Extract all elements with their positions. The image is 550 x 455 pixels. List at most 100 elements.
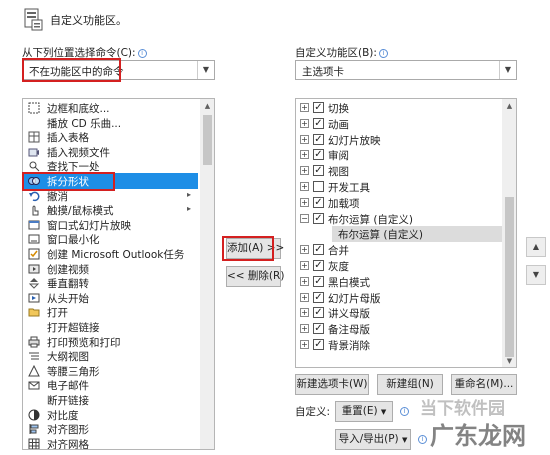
- new-group-button[interactable]: 新建组(N): [377, 374, 443, 395]
- ribbon-tab-item[interactable]: + ✓ 幻灯片放映: [296, 132, 502, 148]
- command-list-item[interactable]: 大纲视图: [23, 348, 198, 364]
- chevron-down-icon[interactable]: ▼: [499, 61, 516, 79]
- tab-checkbox[interactable]: [313, 181, 324, 192]
- chevron-down-icon[interactable]: ▼: [197, 61, 214, 79]
- remove-button[interactable]: << 删除(R): [226, 266, 284, 287]
- scroll-up-icon[interactable]: ▲: [502, 100, 516, 112]
- ribbon-tabs-dropdown[interactable]: 主选项卡 ▼: [295, 60, 517, 80]
- command-list-item[interactable]: 等腰三角形: [23, 363, 198, 379]
- command-list-item[interactable]: 创建 Microsoft Outlook任务: [23, 246, 198, 262]
- reset-button[interactable]: 重置(E) ▼: [335, 401, 393, 422]
- scroll-thumb[interactable]: [203, 115, 212, 165]
- ribbon-tab-item[interactable]: + ✓ 审阅: [296, 147, 502, 163]
- border-icon: [28, 102, 40, 114]
- expand-icon[interactable]: +: [300, 182, 309, 191]
- ribbon-tab-item[interactable]: + ✓ 备注母版: [296, 321, 502, 337]
- command-list-item[interactable]: 对齐网格: [23, 436, 198, 449]
- command-list-item[interactable]: 插入表格: [23, 129, 198, 145]
- ribbon-item-label: 加载项: [328, 197, 360, 210]
- collapse-icon[interactable]: −: [300, 213, 309, 223]
- expand-icon[interactable]: +: [300, 166, 309, 176]
- tab-checkbox[interactable]: ✓: [313, 307, 324, 319]
- ribbon-tab-item[interactable]: + ✓ 灰度: [296, 258, 502, 274]
- ribbon-tab-item[interactable]: + ✓ 黑白模式: [296, 274, 502, 290]
- expand-icon[interactable]: +: [300, 150, 309, 160]
- reset-label: 重置(E): [341, 405, 378, 417]
- ribbon-tree-scrollbar[interactable]: ▲ ▼: [502, 99, 516, 367]
- ribbon-tab-item[interactable]: + ✓ 合并: [296, 242, 502, 258]
- ribbon-tab-item[interactable]: + 开发工具: [296, 179, 502, 195]
- tab-checkbox[interactable]: ✓: [313, 323, 324, 335]
- ribbon-tab-item[interactable]: + ✓ 视图: [296, 163, 502, 179]
- tab-checkbox[interactable]: ✓: [313, 149, 324, 161]
- commands-scrollbar[interactable]: ▲: [200, 99, 214, 449]
- triangle-down-icon: ▼: [532, 270, 540, 279]
- tab-checkbox[interactable]: ✓: [313, 212, 324, 224]
- ribbon-tab-item[interactable]: + ✓ 切换: [296, 100, 502, 116]
- command-list-item[interactable]: 电子邮件: [23, 377, 198, 393]
- ribbon-tab-item[interactable]: + ✓ 讲义母版: [296, 305, 502, 321]
- command-list-item[interactable]: 播放 CD 乐曲...: [23, 115, 198, 131]
- ribbon-group-item[interactable]: 布尔运算 (自定义): [332, 226, 502, 243]
- tab-checkbox[interactable]: ✓: [313, 244, 324, 256]
- commands-list[interactable]: 边框和底纹... 播放 CD 乐曲... 插入表格 插入视频文件 查找下一处 拆分形状 撤消…: [22, 98, 215, 450]
- command-list-item[interactable]: 打开超链接: [23, 319, 198, 335]
- triangle-icon: [28, 364, 40, 377]
- scroll-thumb[interactable]: [505, 197, 514, 357]
- expand-icon[interactable]: +: [300, 324, 309, 334]
- import-export-button[interactable]: 导入/导出(P) ▼: [335, 429, 411, 450]
- move-down-button[interactable]: ▼: [526, 265, 546, 285]
- tab-checkbox[interactable]: ✓: [313, 133, 324, 145]
- new-tab-button[interactable]: 新建选项卡(W): [295, 374, 369, 395]
- customize-ribbon-label: 自定义功能区(B): i: [295, 45, 388, 60]
- expand-icon[interactable]: +: [300, 103, 309, 112]
- expand-icon[interactable]: +: [300, 308, 309, 318]
- tab-checkbox[interactable]: ✓: [313, 339, 324, 350]
- contrast-icon: [28, 409, 40, 421]
- ribbon-item-label: 布尔运算 (自定义): [328, 213, 414, 226]
- command-list-item[interactable]: 创建视频: [23, 261, 198, 277]
- tab-checkbox[interactable]: ✓: [313, 117, 324, 129]
- command-list-item[interactable]: 窗口式幻灯片放映: [23, 217, 198, 233]
- expand-icon[interactable]: +: [300, 261, 309, 270]
- command-list-item[interactable]: 断开链接: [23, 392, 198, 408]
- rename-button[interactable]: 重命名(M)...: [451, 374, 517, 395]
- ribbon-tab-item[interactable]: + ✓ 背景消除: [296, 337, 502, 353]
- command-list-item[interactable]: 对比度: [23, 407, 198, 423]
- command-list-item[interactable]: 对齐图形: [23, 421, 198, 437]
- tab-checkbox[interactable]: ✓: [313, 275, 324, 287]
- expand-icon[interactable]: +: [300, 292, 309, 302]
- expand-icon[interactable]: +: [300, 197, 309, 207]
- move-up-button[interactable]: ▲: [526, 237, 546, 257]
- command-list-item[interactable]: 触摸/鼠标模式 ▸: [23, 202, 198, 218]
- ribbon-tab-item[interactable]: + ✓ 幻灯片母版: [296, 290, 502, 306]
- scroll-down-icon[interactable]: ▼: [502, 355, 516, 367]
- ribbon-tab-item[interactable]: − ✓ 布尔运算 (自定义): [296, 211, 502, 227]
- ribbon-tab-item[interactable]: + ✓ 动画: [296, 116, 502, 132]
- command-list-item[interactable]: 窗口最小化: [23, 231, 198, 247]
- tab-checkbox[interactable]: ✓: [313, 260, 324, 271]
- tab-checkbox[interactable]: ✓: [313, 196, 324, 208]
- scroll-up-icon[interactable]: ▲: [200, 100, 214, 112]
- command-list-item[interactable]: 打印预览和打印: [23, 334, 198, 350]
- command-list-item[interactable]: 垂直翻转: [23, 275, 198, 291]
- expand-icon[interactable]: +: [300, 134, 309, 144]
- tab-checkbox[interactable]: ✓: [313, 291, 324, 303]
- open-icon: [28, 306, 40, 318]
- command-list-item[interactable]: 边框和底纹...: [23, 100, 198, 116]
- print-icon: [28, 336, 40, 348]
- submenu-arrow-icon: ▸: [186, 189, 191, 199]
- ribbon-tree[interactable]: + ✓ 切换 + ✓ 动画 + ✓ 幻灯片放映 + ✓ 审阅 + ✓ 视图 + 开发工具 + ✓ 加载项 − ✓ 布尔运算 …: [295, 98, 517, 368]
- command-list-item[interactable]: 打开: [23, 304, 198, 320]
- command-list-item[interactable]: 插入视频文件: [23, 144, 198, 160]
- ribbon-tab-item[interactable]: + ✓ 加载项: [296, 195, 502, 211]
- tab-checkbox[interactable]: ✓: [313, 102, 324, 113]
- expand-icon[interactable]: +: [300, 118, 309, 128]
- chevron-down-icon: ▼: [402, 436, 408, 444]
- expand-icon[interactable]: +: [300, 245, 309, 255]
- expand-icon[interactable]: +: [300, 340, 309, 349]
- ribbon-item-label: 黑白模式: [328, 276, 370, 289]
- tab-checkbox[interactable]: ✓: [313, 165, 324, 177]
- expand-icon[interactable]: +: [300, 276, 309, 286]
- command-list-item[interactable]: 从头开始: [23, 290, 198, 306]
